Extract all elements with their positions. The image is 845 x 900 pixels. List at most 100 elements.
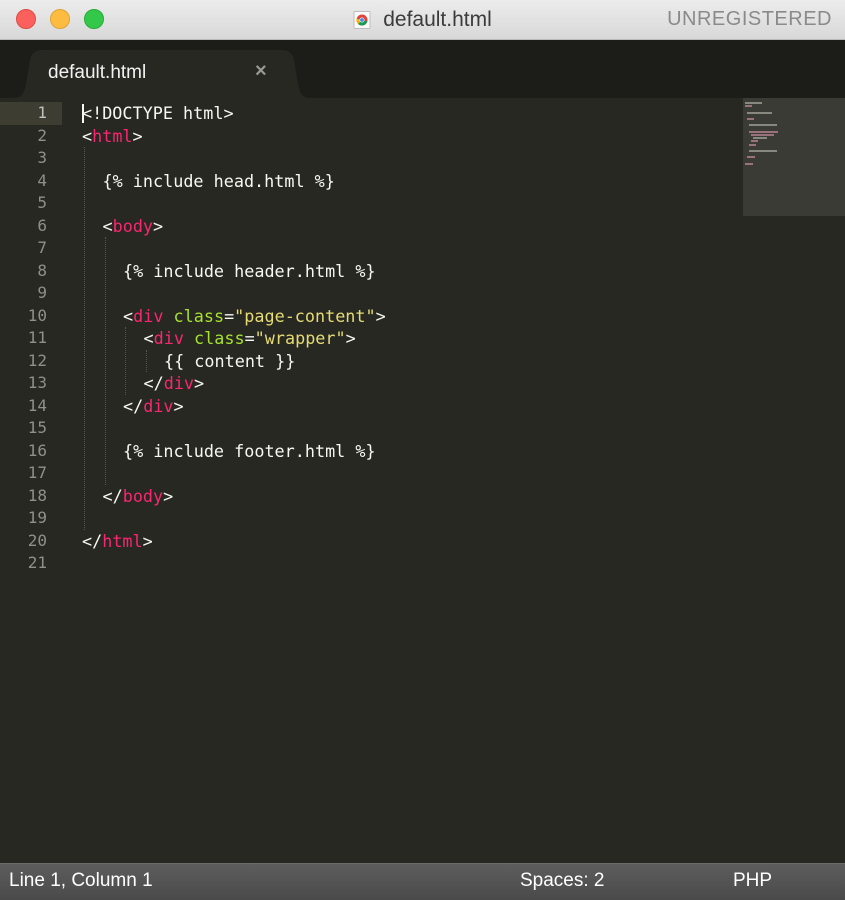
code-token-plain: > — [163, 485, 174, 506]
code-line[interactable]: <div class="page-content"> — [82, 305, 732, 328]
code-token-tag: html — [102, 530, 143, 551]
editor-area[interactable]: 1 2 3 4 5 6 7 8 9 10 11 12 13 14 15 16 17 18 19 20 21 <!DOCT… — [0, 98, 845, 863]
line-number: 21 — [27, 553, 47, 572]
code-token-str: "page-content" — [234, 305, 376, 326]
code-line[interactable] — [82, 462, 732, 485]
code-line[interactable]: <html> — [82, 125, 732, 148]
code-line[interactable]: </html> — [82, 530, 732, 553]
indent-guide — [104, 237, 107, 485]
code-token-plain: > — [173, 395, 184, 416]
indentation-setting[interactable]: Spaces: 2 — [520, 870, 605, 892]
code-line[interactable]: </div> — [82, 395, 732, 418]
line-number: 13 — [27, 373, 47, 392]
minimap-line — [751, 140, 758, 143]
code-token-plain: > — [142, 530, 153, 551]
code-line[interactable]: </div> — [82, 372, 732, 395]
minimap-line — [745, 162, 753, 165]
minimap-line — [747, 111, 772, 114]
minimap-line — [747, 118, 754, 120]
code-token-plain: < — [123, 305, 134, 326]
tab-default-html[interactable]: default.html × — [12, 50, 312, 98]
line-number: 18 — [27, 485, 47, 505]
code-token-tag: body — [122, 485, 164, 506]
code-token-plain: {% include head.html %} — [102, 170, 335, 191]
line-number: 14 — [27, 395, 47, 415]
code-line[interactable]: {% include head.html %} — [82, 170, 732, 193]
code-line[interactable]: <body> — [82, 215, 732, 238]
code-token-plain: {% include header.html %} — [123, 260, 376, 281]
minimap-line — [747, 156, 755, 159]
line-number: 2 — [37, 125, 47, 145]
code-token-tag: body — [112, 215, 154, 236]
code-token-tag: div — [133, 305, 164, 326]
line-number-gutter: 1 2 3 4 5 6 7 8 9 10 11 12 13 14 15 16 17 18 19 20 21 — [0, 102, 62, 575]
code-token-attr: class — [194, 328, 245, 348]
code-token-plain: <!DOCTYPE html> — [82, 103, 234, 123]
code-token-plain: = — [224, 305, 235, 326]
line-number: 6 — [37, 215, 47, 235]
line-number: 15 — [27, 418, 47, 437]
tab-label: default.html — [48, 62, 147, 83]
line-number: 8 — [37, 260, 47, 280]
line-number: 16 — [27, 440, 47, 460]
code-token-plain: </ — [102, 485, 123, 506]
chrome-file-icon — [353, 11, 371, 29]
code-line[interactable] — [82, 237, 732, 260]
line-number: 7 — [37, 238, 47, 257]
status-bar: Line 1, Column 1 Spaces: 2 PHP — [0, 863, 845, 900]
line-number: 10 — [27, 305, 47, 325]
text-cursor — [82, 104, 84, 123]
minimap-line — [749, 143, 756, 146]
indent-guide — [125, 327, 127, 395]
code-token-plain: {{ content }} — [164, 350, 296, 371]
line-number: 1 — [0, 102, 62, 125]
code-line[interactable]: <div class="wrapper"> — [82, 327, 732, 350]
code-token-plain: < — [102, 215, 113, 236]
code-line[interactable]: <!DOCTYPE html> — [82, 102, 732, 125]
code-line[interactable] — [82, 192, 732, 215]
code-token-plain: < — [143, 328, 154, 348]
cursor-position-status: Line 1, Column 1 — [9, 870, 153, 891]
code-line[interactable]: {% include footer.html %} — [82, 440, 732, 463]
minimap-line — [751, 134, 774, 136]
indent-guide — [145, 349, 148, 372]
minimap-line — [749, 150, 777, 152]
unregistered-label: UNREGISTERED — [667, 8, 832, 30]
line-number: 12 — [27, 350, 47, 370]
line-number: 17 — [27, 463, 47, 482]
code-line[interactable] — [82, 552, 732, 575]
code-line[interactable] — [82, 147, 732, 170]
close-icon[interactable]: × — [255, 60, 267, 83]
code-line[interactable]: {{ content }} — [82, 350, 732, 373]
code-token-tag: div — [143, 395, 174, 416]
line-number: 3 — [37, 148, 47, 167]
line-number: 5 — [37, 193, 47, 212]
code-token-tag: div — [163, 373, 195, 393]
code-line[interactable] — [82, 417, 732, 440]
code-token-tag: html — [92, 125, 133, 146]
code-token-plain: > — [375, 305, 386, 326]
minimap-line — [749, 124, 777, 127]
code-line[interactable] — [82, 282, 732, 305]
code-token-plain: > — [194, 373, 205, 393]
code-token-str: "wrapper" — [254, 328, 346, 348]
code-line[interactable]: </body> — [82, 485, 732, 508]
indent-guide — [84, 147, 86, 530]
code-line[interactable]: {% include header.html %} — [82, 260, 732, 283]
line-number: 19 — [27, 508, 47, 527]
code-token-plain: = — [244, 328, 255, 348]
code-token-plain: </ — [82, 530, 103, 551]
code-token-plain: {% include footer.html %} — [123, 440, 376, 461]
code-line[interactable] — [82, 507, 732, 530]
syntax-selector[interactable]: PHP — [733, 870, 772, 892]
sublime-window: default.html UNREGISTERED default.html ×… — [0, 0, 845, 900]
minimap[interactable] — [743, 98, 845, 216]
tab-strip: default.html × — [0, 40, 845, 98]
code-token-plain: > — [153, 215, 164, 236]
code-text[interactable]: <!DOCTYPE html> <html> {% include head.htm… — [82, 102, 732, 575]
code-token-plain: > — [132, 125, 143, 146]
code-token-plain: </ — [123, 395, 144, 416]
minimap-line — [749, 130, 778, 133]
